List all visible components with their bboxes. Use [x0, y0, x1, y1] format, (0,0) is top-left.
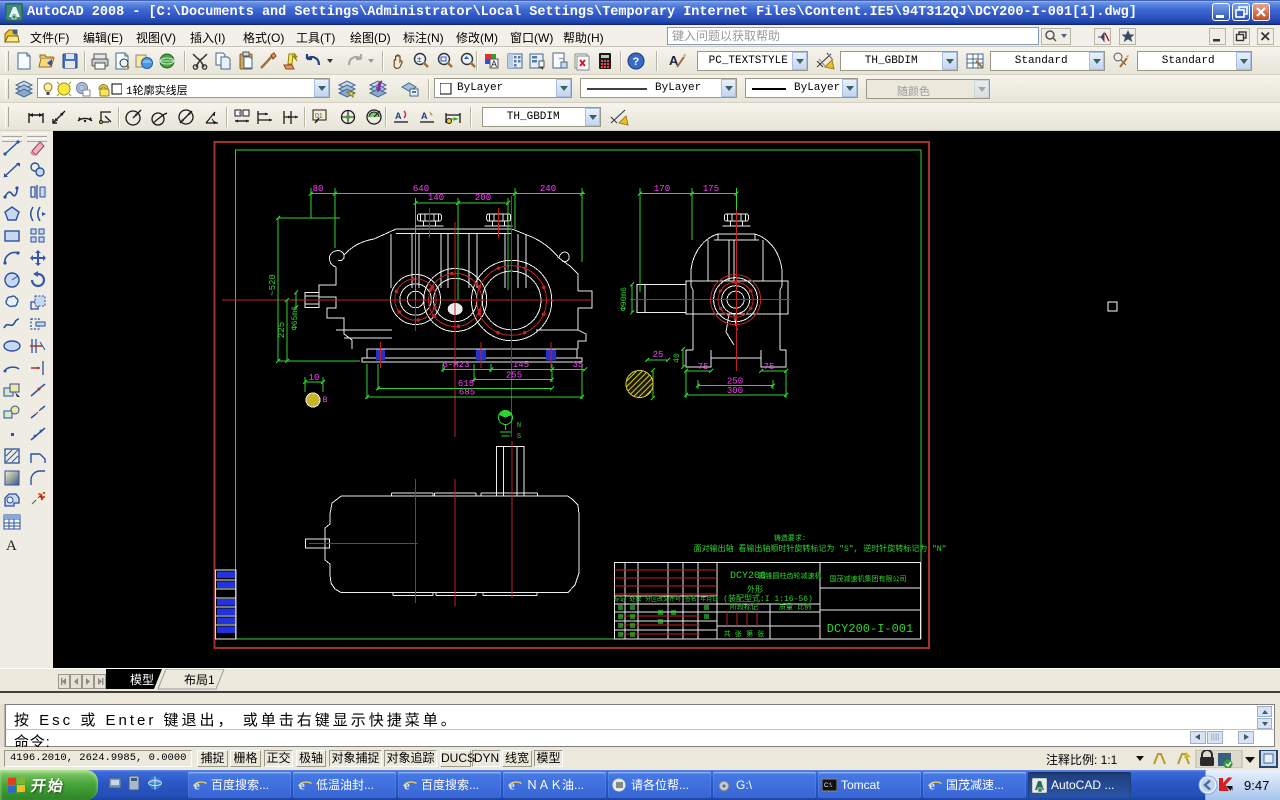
svg-text:铸造要求:: 铸造要求: [774, 533, 806, 543]
svg-text:模型: 模型 [130, 673, 154, 687]
svg-text:225: 225 [277, 322, 287, 338]
svg-text:Φ90m6: Φ90m6 [620, 287, 629, 311]
svg-text:面对输出轴 看输出轴顺时针旋转标记为 "S", 逆时针旋转标: 面对输出轴 看输出轴顺时针旋转标记为 "S", 逆时针旋转标记为 "N" [694, 543, 947, 554]
svg-text:C:\: C:\ [824, 783, 832, 789]
svg-text:S: S [517, 433, 521, 441]
svg-text:255: 255 [506, 371, 522, 381]
svg-text:640: 640 [413, 184, 429, 194]
svg-text:140: 140 [428, 193, 444, 203]
svg-text:40: 40 [673, 353, 682, 363]
svg-text:250: 250 [727, 377, 743, 387]
svg-text:~520: ~520 [268, 274, 278, 296]
svg-text:175: 175 [703, 184, 719, 194]
svg-text:±: ± [417, 55, 422, 64]
svg-text:标记 处数 分区改文件号 签名 年月日: 标记 处数 分区改文件号 签名 年月日 [614, 595, 718, 603]
svg-text:共 张 第 张: 共 张 第 张 [724, 629, 765, 639]
svg-text:75: 75 [698, 362, 709, 372]
svg-text:Φ65m6: Φ65m6 [291, 306, 300, 330]
svg-text:阶段标记: 阶段标记 [730, 602, 758, 612]
svg-text:145: 145 [513, 360, 529, 370]
svg-text:A: A [491, 59, 497, 69]
svg-text:?: ? [633, 56, 640, 68]
svg-text:A: A [395, 111, 402, 121]
svg-text:6-M23: 6-M23 [442, 360, 469, 370]
svg-text:685: 685 [459, 388, 475, 398]
svg-text:300: 300 [727, 386, 743, 396]
svg-text:国茂减速机集团有限公司: 国茂减速机集团有限公司 [830, 574, 907, 584]
svg-text:240: 240 [540, 184, 556, 194]
svg-text:200: 200 [475, 193, 491, 203]
svg-text:布局1: 布局1 [184, 673, 215, 687]
svg-text:A: A [421, 111, 428, 121]
svg-text:A: A [6, 538, 17, 554]
svg-text:170: 170 [654, 184, 670, 194]
svg-text:35: 35 [573, 360, 584, 370]
svg-text:80: 80 [313, 184, 324, 194]
svg-text:外形: 外形 [747, 584, 763, 595]
svg-text:B: B [323, 396, 328, 405]
svg-text:圆锥圆柱齿轮减速机: 圆锥圆柱齿轮减速机 [759, 571, 822, 581]
svg-text:N: N [517, 422, 521, 430]
svg-text:10: 10 [309, 373, 320, 383]
svg-text:75: 75 [764, 362, 775, 372]
svg-text:01: 01 [315, 113, 323, 120]
svg-text:(装配型式:I 1:16-56): (装配型式:I 1:16-56) [723, 593, 813, 604]
svg-text:质量 比例: 质量 比例 [779, 602, 811, 612]
svg-text:25: 25 [653, 350, 664, 360]
svg-text:DCY200-I-001: DCY200-I-001 [827, 622, 913, 636]
